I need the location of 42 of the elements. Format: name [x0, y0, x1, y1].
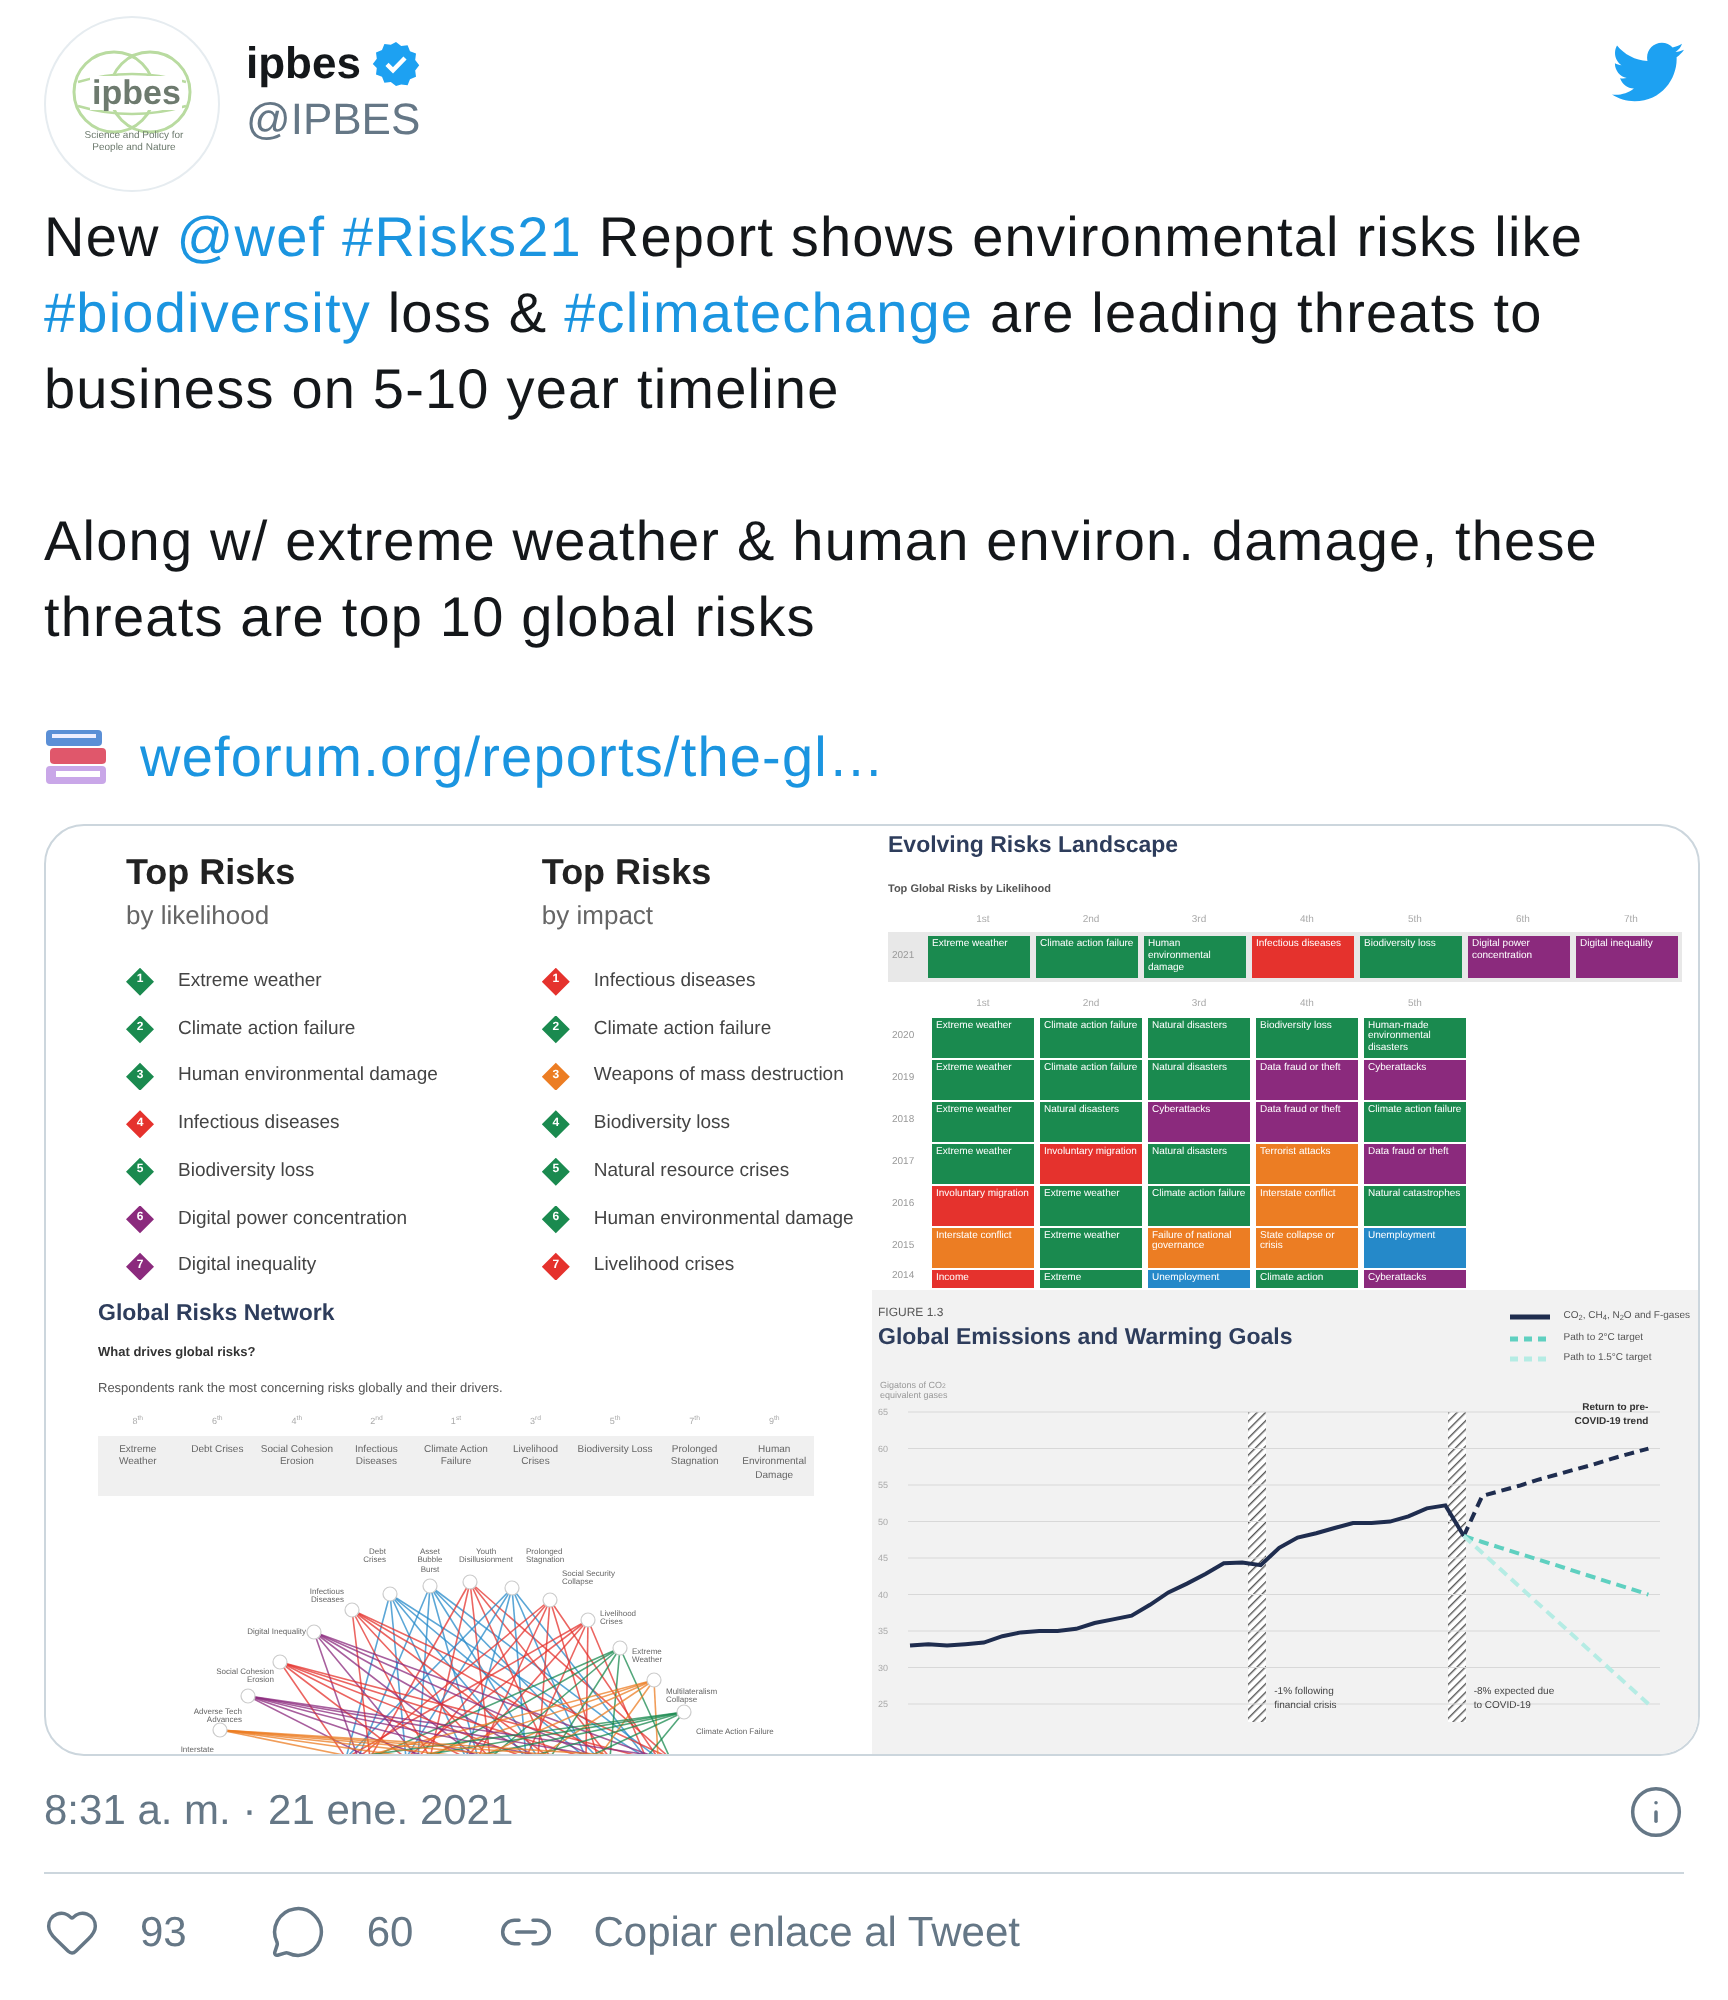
risk-label: Digital power concentration	[178, 1205, 408, 1233]
legend-swatch-icon	[1509, 1314, 1550, 1321]
speech-bubble-icon	[270, 1904, 327, 1961]
section-title: Global Risks Network	[98, 1300, 337, 1330]
section-subtitle: by likelihood	[126, 899, 272, 932]
risk-label: Weapons of mass destruction	[593, 1062, 844, 1091]
hashtag-link[interactable]: #Risks21	[342, 206, 582, 268]
risk-label: Extreme weather	[178, 967, 322, 996]
risk-label: Biodiversity loss	[178, 1157, 315, 1186]
risk-label: Human environmental damage	[593, 1205, 854, 1233]
section-title: Top Risks	[126, 850, 298, 895]
risk-label: Climate action failure	[593, 1015, 772, 1043]
risk-label: Livelihood crises	[593, 1252, 735, 1281]
risk-label: Infectious diseases	[593, 967, 756, 996]
copy-link-button[interactable]: Copiar enlace al Tweet	[497, 1901, 1020, 1964]
section-subtitle: by impact	[541, 899, 656, 932]
chart-title: Global Emissions and Warming Goals	[878, 1324, 1293, 1353]
tweet-paragraph: New @wef #Risks21 Report shows environmental risks like #biodiversity loss & #climatechange are leading threats to business on 5-10 year timeline	[44, 204, 1586, 424]
risk-label: Digital inequality	[178, 1252, 317, 1281]
hashtag-link[interactable]: @wef	[176, 206, 326, 268]
article-link[interactable]: weforum.org/reports/the-gl…	[140, 716, 886, 800]
books-icon	[44, 728, 112, 788]
timestamp[interactable]: 8:31 a. m. · 21 ene. 2021	[44, 1780, 514, 1843]
hashtag-link[interactable]: #climatechange	[564, 282, 974, 344]
legend-swatch-icon	[1509, 1335, 1550, 1342]
legend-swatch-icon	[1509, 1356, 1550, 1363]
logo-text: ipbes	[90, 76, 183, 110]
reply-button[interactable]: 60	[270, 1901, 414, 1964]
info-icon[interactable]	[1628, 1783, 1684, 1840]
hashtag-link[interactable]: #biodiversity	[44, 282, 371, 344]
section-title: Top Risks	[541, 850, 714, 895]
attached-image[interactable]	[44, 824, 1700, 1756]
risk-label: Infectious diseases	[178, 1110, 340, 1138]
display-name[interactable]: ipbes	[246, 36, 361, 91]
risk-label: Climate action failure	[178, 1015, 356, 1043]
risk-label: Biodiversity loss	[593, 1110, 731, 1138]
risk-label: Natural resource crises	[593, 1157, 790, 1186]
section-title: Evolving Risks Landscape	[888, 832, 1181, 862]
like-button[interactable]: 93	[44, 1901, 187, 1964]
tweet-paragraph: Along w/ extreme weather & human environ. damage, these threats are top 10 global risks	[44, 508, 1600, 652]
risk-label: Human environmental damage	[178, 1062, 438, 1091]
user-handle[interactable]: @IPBES	[246, 91, 421, 146]
